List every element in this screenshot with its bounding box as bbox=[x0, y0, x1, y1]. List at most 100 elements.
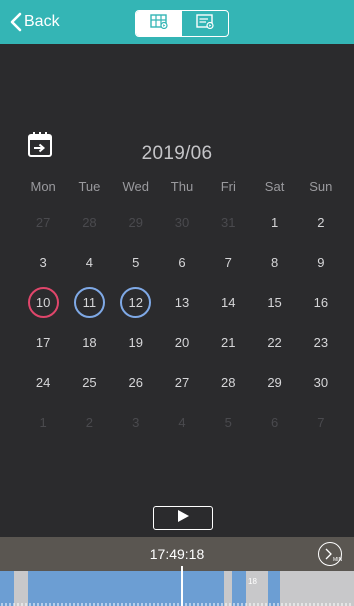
calendar-day: 28 bbox=[66, 202, 112, 242]
calendar-day[interactable]: 25 bbox=[66, 362, 112, 402]
calendar-day-number: 13 bbox=[174, 294, 190, 310]
calendar-day-number: 28 bbox=[221, 374, 236, 390]
back-button[interactable]: Back bbox=[10, 10, 60, 34]
timeline-scale-button[interactable]: MIN bbox=[318, 542, 342, 566]
calendar-day-number: 14 bbox=[221, 294, 236, 310]
calendar-day[interactable]: 15 bbox=[251, 282, 297, 322]
calendar-day: 31 bbox=[205, 202, 251, 242]
calendar-day-number: 30 bbox=[313, 374, 329, 390]
calendar-day-number: 5 bbox=[132, 254, 140, 270]
weekday-label: Sat bbox=[264, 179, 285, 194]
calendar-day-number: 21 bbox=[221, 334, 236, 350]
playback-list-icon bbox=[196, 13, 214, 34]
weekday-label: Fri bbox=[220, 179, 236, 194]
calendar-day-number: 23 bbox=[313, 334, 329, 350]
grid-camera-icon bbox=[150, 13, 168, 34]
calendar-day[interactable]: 21 bbox=[205, 322, 251, 362]
calendar-day[interactable]: 6 bbox=[159, 242, 205, 282]
current-time: 17:49:18 bbox=[149, 546, 205, 562]
timeline-hour-label: 18 bbox=[248, 577, 257, 586]
calendar-day[interactable]: 8 bbox=[251, 242, 297, 282]
calendar-day-number: 8 bbox=[270, 254, 279, 270]
calendar-day[interactable]: 4 bbox=[66, 242, 112, 282]
calendar-day[interactable]: 18 bbox=[66, 322, 112, 362]
calendar-day: 29 bbox=[113, 202, 159, 242]
calendar-day-number: 27 bbox=[174, 374, 190, 390]
calendar-day-number: 7 bbox=[224, 254, 232, 270]
calendar-day-recorded[interactable]: 11 bbox=[66, 282, 112, 322]
calendar-day[interactable]: 27 bbox=[159, 362, 205, 402]
calendar-day: 5 bbox=[205, 402, 251, 442]
calendar-day-number: 30 bbox=[174, 214, 190, 230]
timeline-ticks bbox=[1, 603, 351, 606]
tab-playback-list[interactable] bbox=[182, 11, 228, 36]
calendar-day[interactable]: 2 bbox=[298, 202, 344, 242]
top-bar: Back bbox=[0, 0, 354, 44]
calendar-day[interactable]: 24 bbox=[20, 362, 66, 402]
timeline-cursor[interactable] bbox=[181, 566, 183, 606]
calendar-grid: 27 28 29 30 31 1 2 3 4 5 6 7 8 9 10 11 12 13 14 15 16 17 18 19 2… bbox=[20, 202, 344, 442]
calendar-day[interactable]: 22 bbox=[251, 322, 297, 362]
calendar-day: 7 bbox=[298, 402, 344, 442]
calendar-day[interactable]: 16 bbox=[298, 282, 344, 322]
calendar-day: 30 bbox=[159, 202, 205, 242]
timeline-scale-label: MIN bbox=[333, 557, 343, 563]
calendar-day-number: 3 bbox=[39, 254, 47, 270]
weekday-label: Sun bbox=[309, 179, 333, 194]
calendar-day[interactable]: 28 bbox=[205, 362, 251, 402]
weekday-header: Mon Tue Wed Thu Fri Sat Sun bbox=[20, 179, 344, 194]
calendar-day-number: 7 bbox=[317, 414, 325, 430]
calendar-day[interactable]: 23 bbox=[298, 322, 344, 362]
calendar-day[interactable]: 13 bbox=[159, 282, 205, 322]
calendar-day-today[interactable]: 10 bbox=[20, 282, 66, 322]
tab-grid-view[interactable] bbox=[136, 11, 182, 36]
calendar-day-number: 27 bbox=[35, 214, 51, 230]
calendar-day-number: 2 bbox=[85, 414, 94, 430]
calendar-day-number: 29 bbox=[267, 374, 282, 390]
calendar-day: 3 bbox=[113, 402, 159, 442]
back-label: Back bbox=[24, 13, 60, 30]
calendar-day-number: 11 bbox=[73, 286, 105, 318]
calendar-day[interactable]: 17 bbox=[20, 322, 66, 362]
calendar-day[interactable]: 30 bbox=[298, 362, 344, 402]
calendar-day-number: 15 bbox=[267, 294, 282, 310]
calendar-day-number: 17 bbox=[35, 334, 51, 350]
month-title: 2019/06 bbox=[141, 143, 213, 164]
calendar-day-number: 19 bbox=[128, 334, 143, 350]
calendar-day: 4 bbox=[159, 402, 205, 442]
calendar-day[interactable]: 1 bbox=[251, 202, 297, 242]
calendar-day-number: 24 bbox=[35, 374, 51, 390]
weekday-label: Tue bbox=[78, 179, 101, 194]
calendar-day-number: 31 bbox=[221, 214, 236, 230]
calendar-day-number: 28 bbox=[82, 214, 97, 230]
calendar-day[interactable]: 26 bbox=[113, 362, 159, 402]
calendar-day-number: 22 bbox=[267, 334, 282, 350]
calendar-day[interactable]: 19 bbox=[113, 322, 159, 362]
calendar-day: 27 bbox=[20, 202, 66, 242]
calendar-day[interactable]: 29 bbox=[251, 362, 297, 402]
play-button[interactable] bbox=[153, 506, 213, 530]
calendar-day-number: 1 bbox=[39, 414, 47, 430]
calendar-day[interactable]: 9 bbox=[298, 242, 344, 282]
calendar-day: 2 bbox=[66, 402, 112, 442]
calendar-day[interactable]: 7 bbox=[205, 242, 251, 282]
calendar-day-number: 2 bbox=[317, 214, 325, 230]
calendar-day-number: 25 bbox=[82, 374, 97, 390]
weekday-label: Mon bbox=[30, 179, 56, 194]
calendar-day-number: 9 bbox=[317, 254, 325, 270]
calendar-day-number: 16 bbox=[313, 294, 329, 310]
calendar-day-number: 6 bbox=[270, 414, 279, 430]
timeline-track[interactable] bbox=[0, 571, 354, 606]
chevron-left-icon bbox=[10, 12, 22, 32]
calendar-day-number: 4 bbox=[178, 414, 186, 430]
calendar-day[interactable]: 14 bbox=[205, 282, 251, 322]
calendar-day-number: 26 bbox=[128, 374, 143, 390]
calendar-day[interactable]: 20 bbox=[159, 322, 205, 362]
calendar-day: 1 bbox=[20, 402, 66, 442]
calendar-day-recorded[interactable]: 12 bbox=[113, 282, 159, 322]
calendar-day-number: 5 bbox=[224, 414, 232, 430]
calendar-day[interactable]: 5 bbox=[113, 242, 159, 282]
weekday-label: Wed bbox=[122, 179, 149, 194]
calendar-day-number: 1 bbox=[270, 214, 279, 230]
calendar-day[interactable]: 3 bbox=[20, 242, 66, 282]
